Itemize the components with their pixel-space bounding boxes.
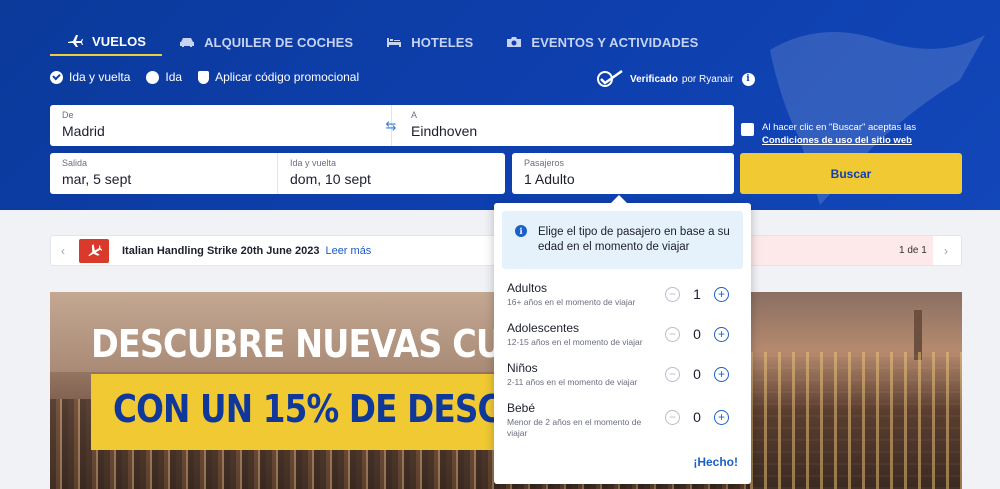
info-icon[interactable]: i bbox=[741, 72, 755, 86]
passenger-row-adults: Adultos 16+ años en el momento de viajar… bbox=[507, 281, 743, 317]
verified-bold: Verificado bbox=[630, 73, 678, 85]
promo-code-option[interactable]: Aplicar código promocional bbox=[198, 70, 359, 84]
teens-count: 0 bbox=[693, 326, 701, 342]
depart-value: mar, 5 sept bbox=[62, 171, 132, 187]
info-icon: i bbox=[515, 225, 527, 237]
tab-car-hire[interactable]: ALQUILER DE COCHES bbox=[162, 28, 369, 56]
terms-text: Al hacer clic en "Buscar" aceptas las bbox=[762, 122, 917, 133]
chevron-left-icon[interactable]: ‹ bbox=[61, 244, 65, 258]
one-way-label: Ida bbox=[165, 70, 183, 84]
passengers-label: Pasajeros bbox=[524, 158, 565, 168]
passengers-field[interactable]: Pasajeros 1 Adulto bbox=[512, 153, 734, 194]
children-stepper: − 0 + bbox=[665, 366, 729, 382]
promo-code-label: Aplicar código promocional bbox=[215, 70, 360, 84]
verified-rest: por Ryanair bbox=[681, 73, 734, 85]
passenger-type: Adultos bbox=[507, 281, 548, 295]
tab-events[interactable]: EVENTOS Y ACTIVIDADES bbox=[489, 28, 714, 56]
search-button[interactable]: Buscar bbox=[740, 153, 962, 194]
depart-label: Salida bbox=[62, 158, 88, 168]
passenger-type: Niños bbox=[507, 361, 538, 375]
tab-events-label: EVENTOS Y ACTIVIDADES bbox=[531, 34, 699, 50]
shield-icon bbox=[198, 70, 210, 84]
passengers-popover: i Elige el tipo de pasajero en base a su… bbox=[494, 195, 751, 484]
banner-subheadline: CON UN 15% DE DESCUE bbox=[113, 387, 549, 431]
infants-stepper: − 0 + bbox=[665, 409, 729, 425]
plus-icon[interactable]: + bbox=[714, 409, 729, 425]
passenger-row-infants: Bebé Menor de 2 años en el momento de vi… bbox=[507, 401, 743, 445]
adults-count: 1 bbox=[693, 286, 701, 302]
destination-value: Eindhoven bbox=[411, 123, 478, 139]
popover-arrow bbox=[610, 195, 628, 204]
plus-icon[interactable]: + bbox=[714, 326, 729, 342]
terms-link[interactable]: Condiciones de uso del sitio web bbox=[762, 135, 912, 146]
bed-icon bbox=[385, 35, 403, 49]
passenger-row-teens: Adolescentes 12-15 años en el momento de… bbox=[507, 321, 743, 357]
car-icon bbox=[178, 35, 196, 49]
round-trip-radio[interactable] bbox=[50, 70, 63, 84]
adults-stepper: − 1 + bbox=[665, 286, 729, 302]
alert-message: Italian Handling Strike 20th June 2023 bbox=[122, 245, 320, 257]
destination-label: A bbox=[411, 110, 418, 120]
swap-icon[interactable]: ⇆ bbox=[382, 118, 400, 134]
return-value: dom, 10 sept bbox=[290, 171, 371, 187]
alert-message-row: Italian Handling Strike 20th June 2023 Le… bbox=[122, 245, 371, 257]
banner-lights bbox=[750, 352, 962, 489]
tab-car-hire-label: ALQUILER DE COCHES bbox=[204, 34, 354, 50]
passenger-row-children: Niños 2-11 años en el momento de viajar … bbox=[507, 361, 743, 397]
round-trip-option[interactable]: Ida y vuelta bbox=[50, 70, 130, 84]
verified-badge: Verificado por Ryanair i bbox=[596, 70, 755, 88]
one-way-option[interactable]: Ida bbox=[146, 70, 182, 84]
round-trip-label: Ida y vuelta bbox=[69, 70, 131, 84]
passenger-info-box: i Elige el tipo de pasajero en base a su… bbox=[502, 211, 743, 269]
children-count: 0 bbox=[693, 366, 701, 382]
product-tabs: VUELOS ALQUILER DE COCHES HOTELES EVENTO… bbox=[50, 28, 714, 56]
read-more-link[interactable]: Leer más bbox=[325, 245, 371, 257]
check-badge-icon bbox=[597, 70, 623, 87]
minus-icon[interactable]: − bbox=[665, 326, 680, 342]
infants-count: 0 bbox=[693, 409, 701, 425]
origin-label: De bbox=[62, 110, 74, 120]
camera-icon bbox=[505, 35, 523, 49]
passenger-age: 2-11 años en el momento de viajar bbox=[507, 377, 638, 387]
tab-flights[interactable]: VUELOS bbox=[50, 28, 163, 56]
tab-hotels-label: HOTELES bbox=[411, 34, 474, 50]
passengers-value: 1 Adulto bbox=[524, 171, 575, 187]
minus-icon[interactable]: − bbox=[665, 409, 680, 425]
destination-field[interactable]: A Eindhoven bbox=[399, 105, 734, 146]
plus-icon[interactable]: + bbox=[714, 286, 729, 302]
terms-consent: Al hacer clic en "Buscar" aceptas las Co… bbox=[741, 121, 971, 147]
minus-icon[interactable]: − bbox=[665, 366, 680, 382]
passenger-type: Bebé bbox=[507, 401, 536, 415]
trip-options: Ida y vuelta Ida Aplicar código promocio… bbox=[50, 70, 359, 84]
alert-pager: 1 de 1 bbox=[899, 245, 927, 256]
flight-alert-icon bbox=[79, 239, 109, 263]
passenger-type: Adolescentes bbox=[507, 321, 580, 335]
return-date-field[interactable]: Ida y vuelta dom, 10 sept bbox=[278, 153, 505, 194]
tab-flights-label: VUELOS bbox=[92, 33, 147, 49]
return-label: Ida y vuelta bbox=[290, 158, 337, 168]
done-button[interactable]: ¡Hecho! bbox=[693, 455, 738, 469]
passenger-age: 12-15 años en el momento de viajar bbox=[507, 337, 643, 347]
one-way-radio[interactable] bbox=[146, 70, 160, 84]
origin-value: Madrid bbox=[62, 123, 105, 139]
passenger-age: Menor de 2 años en el momento de viajar bbox=[507, 417, 642, 438]
tab-hotels[interactable]: HOTELES bbox=[369, 28, 489, 56]
origin-field[interactable]: De Madrid bbox=[50, 105, 391, 146]
banner-market-scene bbox=[750, 292, 962, 489]
chevron-right-icon[interactable]: › bbox=[944, 244, 948, 258]
depart-date-field[interactable]: Salida mar, 5 sept bbox=[50, 153, 277, 194]
plus-icon[interactable]: + bbox=[714, 366, 729, 382]
terms-checkbox[interactable] bbox=[741, 123, 754, 136]
plane-icon bbox=[66, 34, 84, 48]
passenger-info-text: Elige el tipo de pasajero en base a su e… bbox=[538, 226, 730, 253]
teens-stepper: − 0 + bbox=[665, 326, 729, 342]
dates-field: Salida mar, 5 sept Ida y vuelta dom, 10 … bbox=[50, 153, 505, 194]
passenger-age: 16+ años en el momento de viajar bbox=[507, 297, 636, 307]
minus-icon[interactable]: − bbox=[665, 286, 680, 302]
search-hero: VUELOS ALQUILER DE COCHES HOTELES EVENTO… bbox=[0, 0, 1000, 210]
